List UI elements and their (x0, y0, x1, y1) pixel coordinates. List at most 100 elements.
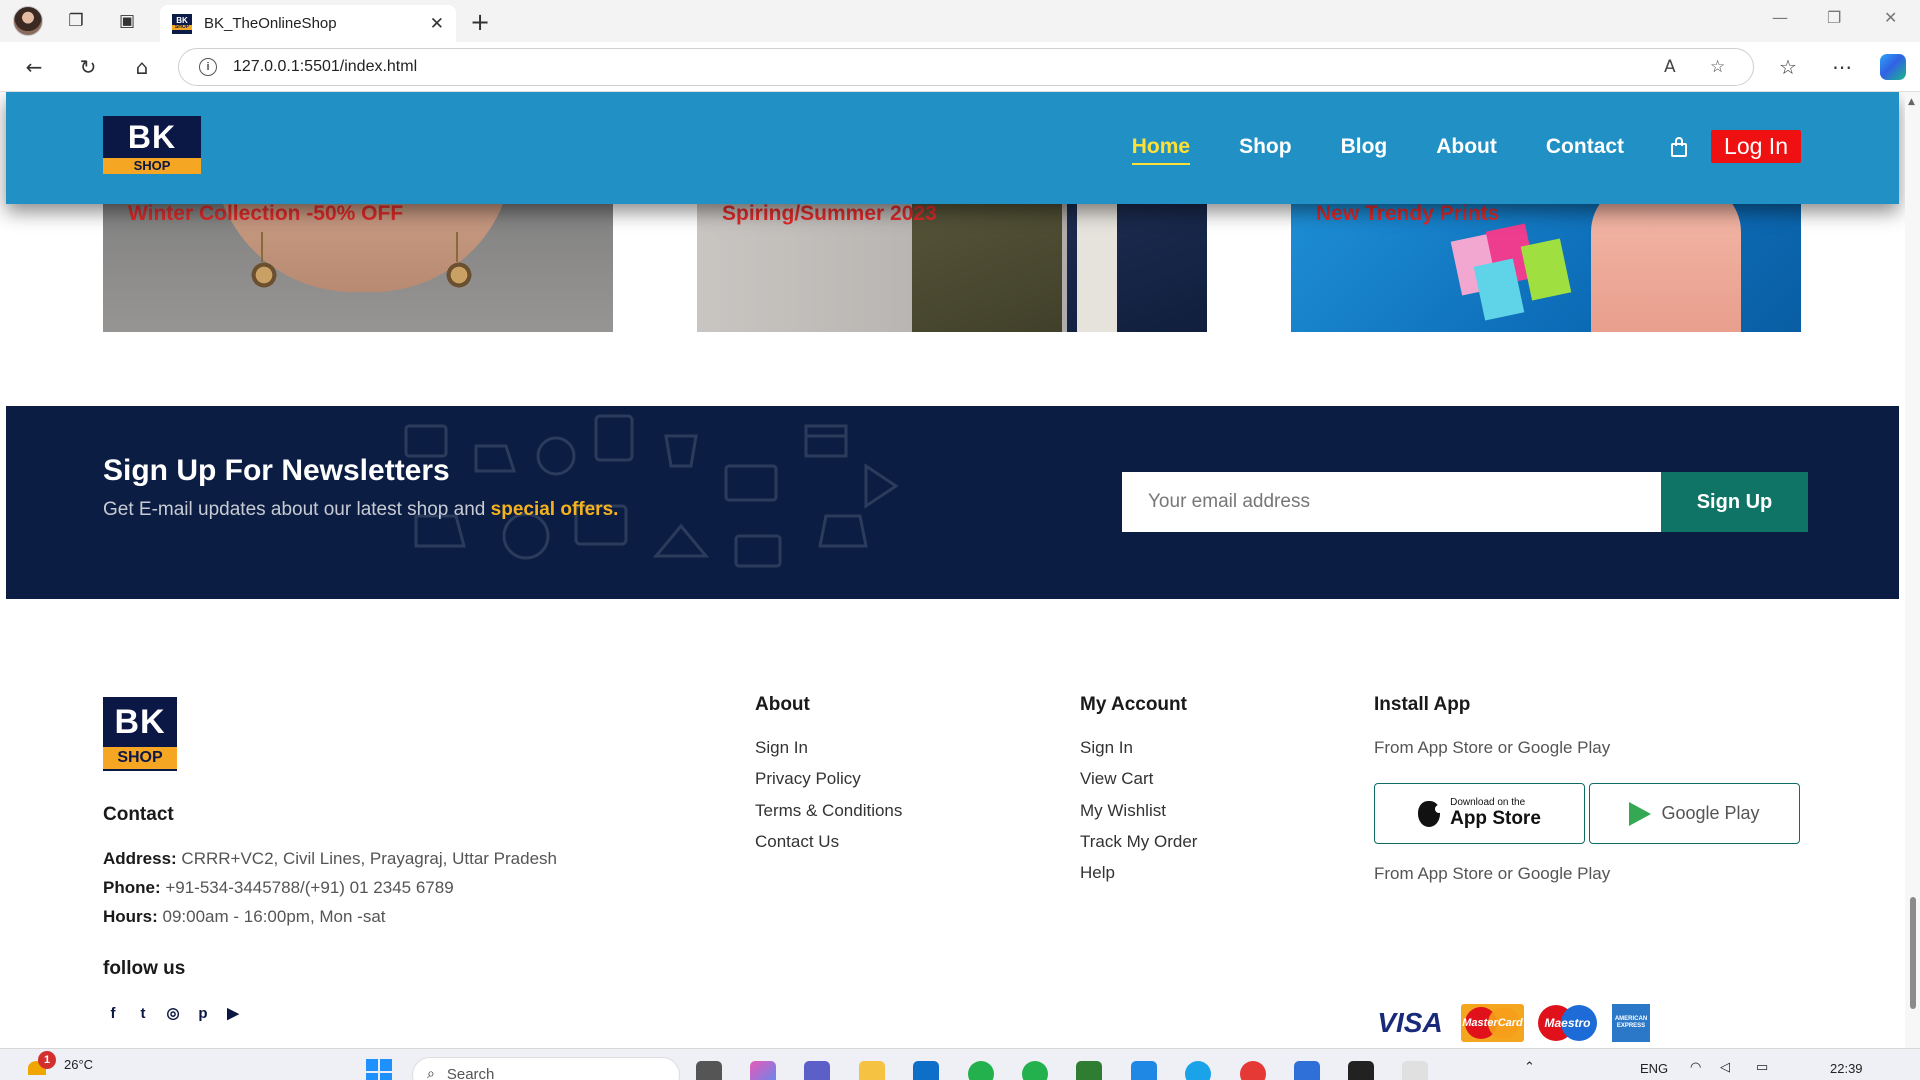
nav-about[interactable]: About (1436, 135, 1497, 159)
read-aloud-icon[interactable]: A (1664, 57, 1676, 77)
profile-avatar[interactable] (13, 6, 43, 36)
account-link-sign-in[interactable]: Sign In (1080, 738, 1133, 758)
nav-shop[interactable]: Shop (1239, 135, 1292, 159)
browser-tab[interactable]: BK SHOP BK_TheOnlineShop ✕ (160, 5, 456, 42)
login-button[interactable]: Log In (1711, 130, 1801, 163)
copilot-app-icon[interactable] (750, 1061, 776, 1080)
close-tab-icon[interactable]: ✕ (430, 14, 444, 34)
google-play-icon (1629, 801, 1652, 826)
language-indicator[interactable]: ENG (1640, 1061, 1668, 1076)
favorites-icon[interactable]: ☆ (1774, 53, 1802, 81)
home-icon[interactable]: ⌂ (128, 53, 156, 81)
youtube-icon[interactable]: ▶ (223, 1003, 243, 1023)
edge-icon[interactable] (1185, 1061, 1211, 1080)
footer-logo[interactable]: BK SHOP (103, 697, 177, 771)
contact-address: Address: CRRR+VC2, Civil Lines, Prayagra… (103, 849, 557, 868)
reload-icon[interactable]: ↻ (74, 53, 102, 81)
chrome-icon[interactable] (1240, 1061, 1266, 1080)
site-info-icon[interactable]: i (199, 58, 217, 76)
page-scrollbar[interactable]: ▲ (1905, 92, 1920, 1048)
banner-spring-summer[interactable]: Spiring/Summer 2023 (697, 192, 1207, 332)
restore-icon[interactable]: ❐ (1827, 8, 1841, 27)
favorite-icon[interactable]: ☆ (1710, 57, 1725, 77)
scrollbar-thumb[interactable] (1910, 897, 1916, 1009)
scroll-up-icon[interactable]: ▲ (1908, 97, 1915, 107)
new-tab-button[interactable]: + (470, 8, 490, 36)
earring-image (443, 232, 477, 292)
file-explorer-icon[interactable] (859, 1061, 885, 1080)
terminal-icon[interactable] (1348, 1061, 1374, 1080)
browser-toolbar: ← ↻ ⌂ i 127.0.0.1:5501/index.html A ☆ ☆ … (0, 42, 1920, 92)
whatsapp-icon[interactable] (968, 1061, 994, 1080)
earring-image (248, 232, 282, 292)
instagram-icon[interactable]: ◎ (163, 1003, 183, 1023)
account-link-wishlist[interactable]: My Wishlist (1080, 801, 1166, 821)
app-icon[interactable] (1076, 1061, 1102, 1080)
notification-badge: 1 (38, 1051, 56, 1069)
app-icon[interactable] (1294, 1061, 1320, 1080)
signup-button[interactable]: Sign Up (1661, 472, 1808, 532)
weather-icon[interactable]: 1 (24, 1051, 56, 1077)
task-view-icon[interactable] (696, 1061, 722, 1080)
apple-icon (1418, 800, 1444, 827)
workspaces-icon[interactable]: ❐ (64, 9, 88, 33)
wifi-icon[interactable]: ◠ (1690, 1059, 1701, 1075)
nav-contact[interactable]: Contact (1546, 135, 1624, 159)
volume-icon[interactable]: ◁ (1720, 1059, 1730, 1075)
show-hidden-icons[interactable]: ⌃ (1524, 1059, 1535, 1075)
whatsapp-business-icon[interactable] (1022, 1061, 1048, 1080)
more-icon[interactable]: ⋯ (1828, 53, 1856, 81)
vscode-icon[interactable] (1131, 1061, 1157, 1080)
minimize-icon[interactable]: — (1772, 8, 1788, 27)
nav-blog[interactable]: Blog (1341, 135, 1388, 159)
tab-title: BK_TheOnlineShop (204, 15, 337, 32)
nav-home[interactable]: Home (1131, 135, 1191, 165)
about-link-contact[interactable]: Contact Us (755, 832, 839, 852)
banner-caption: New Trendy Prints (1316, 202, 1500, 225)
banner-trendy-prints[interactable]: New Trendy Prints (1291, 192, 1801, 332)
model-image (1591, 192, 1741, 332)
maestro-icon: Maestro (1536, 1004, 1599, 1042)
teams-icon[interactable] (804, 1061, 830, 1080)
twitter-icon[interactable]: t (133, 1003, 153, 1023)
start-icon[interactable] (366, 1059, 392, 1080)
url-text[interactable]: 127.0.0.1:5501/index.html (233, 58, 417, 76)
account-link-help[interactable]: Help (1080, 863, 1115, 883)
copilot-icon[interactable] (1880, 54, 1906, 80)
install-app-text: From App Store or Google Play (1374, 738, 1611, 757)
about-link-terms[interactable]: Terms & Conditions (755, 801, 902, 821)
amex-icon: AMERICAN EXPRESS (1612, 1004, 1650, 1042)
banner-winter[interactable]: Winter Collection -50% OFF (103, 192, 613, 332)
site-logo[interactable]: BK SHOP (103, 116, 201, 174)
app-store-button[interactable]: Download on the App Store (1374, 783, 1585, 844)
tab-actions-icon[interactable]: ▣ (115, 9, 139, 33)
about-heading: About (755, 694, 810, 715)
jacket-image (1067, 192, 1207, 332)
snipping-tool-icon[interactable] (1402, 1061, 1428, 1080)
banner-caption: Spiring/Summer 2023 (722, 202, 937, 225)
logo-text: BK (114, 703, 166, 741)
search-icon: ⌕ (427, 1066, 435, 1080)
shopping-bag-icon[interactable] (1668, 136, 1690, 158)
battery-icon[interactable]: ▭ (1756, 1059, 1768, 1075)
account-link-track-order[interactable]: Track My Order (1080, 832, 1197, 852)
about-link-sign-in[interactable]: Sign In (755, 738, 808, 758)
pinterest-icon[interactable]: p (193, 1003, 213, 1023)
account-link-view-cart[interactable]: View Cart (1080, 769, 1153, 789)
site-header: BK SHOP Home Shop Blog About Contact Log… (6, 92, 1899, 204)
address-bar[interactable]: i 127.0.0.1:5501/index.html A ☆ (178, 48, 1754, 86)
search-placeholder: Search (446, 1066, 495, 1080)
temperature[interactable]: 26°C (64, 1057, 93, 1072)
facebook-icon[interactable]: f (103, 1003, 123, 1023)
follow-heading: follow us (103, 958, 186, 979)
taskbar-search[interactable]: ⌕ Search (412, 1057, 680, 1080)
email-input[interactable] (1122, 472, 1661, 532)
close-window-icon[interactable]: ✕ (1884, 8, 1897, 27)
clock-time[interactable]: 22:39 (1830, 1061, 1863, 1076)
contact-hours: Hours: 09:00am - 16:00pm, Mon -sat (103, 907, 386, 926)
about-link-privacy[interactable]: Privacy Policy (755, 769, 861, 789)
back-icon[interactable]: ← (20, 53, 48, 81)
google-play-button[interactable]: Google Play (1589, 783, 1800, 844)
store-icon[interactable] (913, 1061, 939, 1080)
main-nav: Home Shop Blog About Contact Log In (1083, 130, 1801, 165)
